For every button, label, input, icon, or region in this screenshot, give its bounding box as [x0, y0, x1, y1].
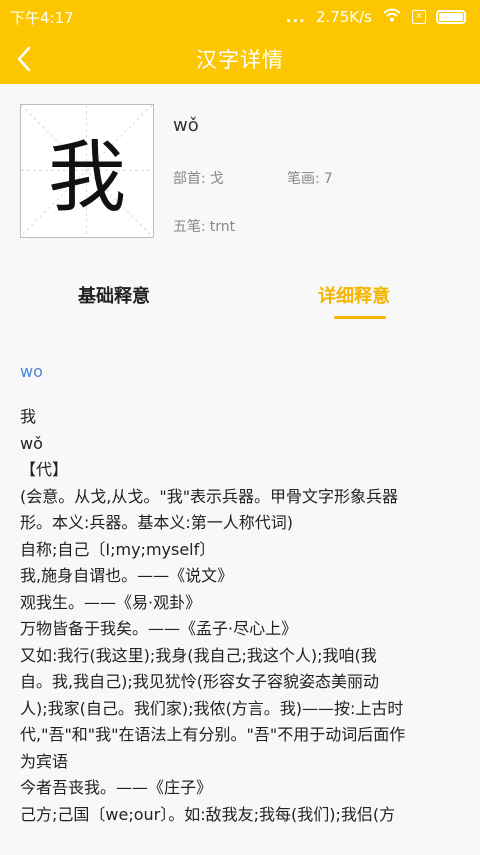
wifi-icon — [382, 7, 402, 27]
character-glyph: 我 — [47, 133, 126, 223]
strokes-label: 笔画: — [287, 171, 320, 187]
tab-detailed-meaning[interactable]: 详细释意 — [318, 282, 390, 308]
definition-line: (会意。从戈,从戈。"我"表示兵器。甲骨文字形象兵器 — [20, 486, 399, 506]
tab-basic-meaning[interactable]: 基础释意 — [78, 282, 150, 308]
network-speed: 2.75K/s — [315, 8, 372, 26]
character-card: 我 wǒ 部首: 戈 笔画: 7 五笔: trnt — [0, 84, 480, 256]
definition-line: 又如:我行(我这里);我身(我自己;我这个人);我咱(我 — [20, 645, 377, 665]
definition-line: 观我生。——《易·观卦》 — [20, 592, 202, 612]
wubi-info: 五笔: trnt — [173, 216, 235, 236]
definition-line: 自称;自己〔I;my;myself〕 — [20, 539, 216, 559]
chevron-left-icon — [17, 46, 31, 72]
definition-line: 我 — [20, 407, 37, 426]
definition-line: 自。我,我自己);我见犹怜(形容女子容貌姿态美丽动 — [20, 672, 379, 691]
active-tab-indicator — [334, 316, 386, 319]
definition-line: 己方;己国〔we;our〕。如:敌我友;我每(我们);我侣(方 — [20, 804, 396, 824]
radical-label: 部首: — [173, 171, 206, 187]
radical-info: 部首: 戈 — [173, 168, 224, 188]
definition-line: 万物皆备于我矣。——《孟子·尽心上》 — [20, 619, 298, 638]
strokes-value: 7 — [323, 171, 333, 187]
character-grid-box: 我 — [20, 104, 154, 238]
status-time: 下午4:17 — [10, 8, 74, 27]
definition-line: 【代】 — [20, 460, 69, 479]
status-icons: ... 2.75K/s x — [286, 7, 466, 27]
pinyin-link[interactable]: wo — [20, 362, 43, 381]
pinyin: wǒ — [173, 115, 199, 136]
definition-line: 代,"吾"和"我"在语法上有分别。"吾"不用于动词后面作 — [20, 725, 406, 744]
wubi-label: 五笔: — [173, 219, 206, 235]
signal-dots-icon: ... — [285, 8, 306, 26]
page-title: 汉字详情 — [196, 48, 284, 72]
radical-value: 戈 — [209, 171, 224, 187]
detail-content[interactable]: wo 我 wǒ 【代】 (会意。从戈,从戈。"我"表示兵器。甲骨文字形象兵器 形。本义:… — [0, 326, 480, 855]
strokes-info: 笔画: 7 — [287, 168, 333, 188]
nav-bar: 汉字详情 — [0, 34, 480, 84]
status-bar: 下午4:17 ... 2.75K/s x — [0, 0, 480, 34]
definition-text: 我 wǒ 【代】 (会意。从戈,从戈。"我"表示兵器。甲骨文字形象兵器 形。本义:兵器。… — [20, 404, 460, 828]
definition-line: 我,施身自谓也。——《说文》 — [20, 566, 234, 585]
definition-line: 今者吾丧我。——《庄子》 — [20, 778, 213, 797]
definition-line: 人);我家(自己。我们家);我侬(方言。我)——按:上古时 — [20, 698, 404, 718]
tab-bar: 基础释意 详细释意 — [0, 256, 480, 326]
wubi-value: trnt — [209, 219, 236, 235]
definition-line: wǒ — [20, 433, 43, 453]
definition-line: 形。本义:兵器。基本义:第一人称代词) — [20, 513, 294, 532]
back-button[interactable] — [8, 42, 42, 76]
battery-icon — [436, 10, 466, 24]
definition-line: 为宾语 — [20, 751, 69, 771]
sim-icon: x — [412, 10, 426, 24]
